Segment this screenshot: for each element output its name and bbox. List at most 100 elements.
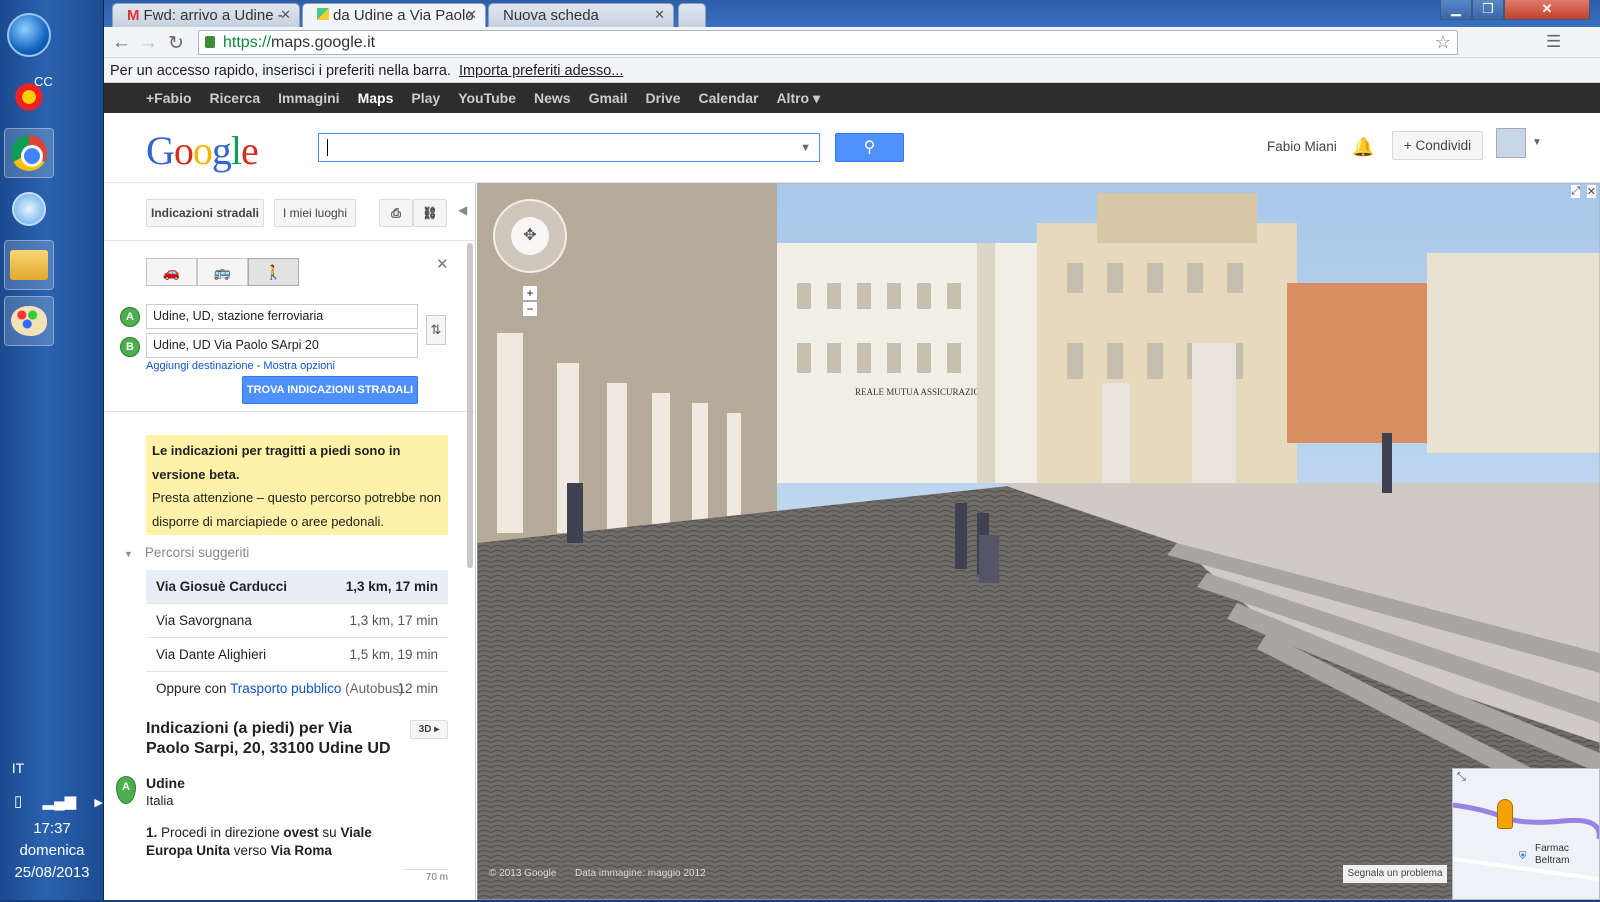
mini-map[interactable]: ⤡ ⛨ Farmac Beltram xyxy=(1452,768,1600,900)
add-destination-link[interactable]: Aggiungi destinazione xyxy=(146,360,254,372)
tab-new[interactable]: Nuova scheda ✕ xyxy=(488,3,674,27)
transit-mode-icon[interactable]: 🚌 xyxy=(197,258,248,286)
tab-strip: M Fwd: arrivo a Udine - ✕ da Udine a Via P… xyxy=(104,0,1600,27)
directions-button[interactable]: Indicazioni stradali xyxy=(146,199,264,227)
report-problem-link[interactable]: Segnala un problema xyxy=(1343,865,1447,883)
gbar-ricerca[interactable]: Ricerca xyxy=(210,90,261,106)
user-name[interactable]: Fabio Miani xyxy=(1267,139,1337,154)
route-option[interactable]: Via Giosuè Carducci 1,3 km, 17 min xyxy=(146,570,448,604)
gbar-gmail[interactable]: Gmail xyxy=(589,90,628,106)
import-bookmarks-link[interactable]: Importa preferiti adesso... xyxy=(459,63,623,79)
reload-icon[interactable]: ↻ xyxy=(168,32,184,55)
gbar-fabio[interactable]: +Fabio xyxy=(146,90,192,106)
transit-link[interactable]: Trasporto pubblico xyxy=(230,681,341,696)
chrome-window: M Fwd: arrivo a Udine - ✕ da Udine a Via P… xyxy=(104,0,1600,900)
gbar-altro[interactable]: Altro ▾ xyxy=(776,90,820,107)
language-indicator[interactable]: IT xyxy=(0,760,70,776)
menu-icon[interactable]: ☰ xyxy=(1546,32,1561,52)
collapse-panel-icon[interactable]: ◀ xyxy=(458,203,467,217)
bookmark-star-icon[interactable]: ☆ xyxy=(1435,32,1451,53)
gbar-calendar[interactable]: Calendar xyxy=(699,90,759,106)
taskbar-paint-button[interactable] xyxy=(4,296,54,346)
taskbar-chrome-button[interactable] xyxy=(4,128,54,178)
address-bar[interactable]: https://maps.google.it ☆ xyxy=(198,30,1458,55)
zoom-out-button[interactable]: − xyxy=(522,301,538,317)
tab-label: da Udine a Via Paolo xyxy=(333,7,474,24)
gbar-youtube[interactable]: YouTube xyxy=(458,90,516,106)
gbar-drive[interactable]: Drive xyxy=(645,90,680,106)
transit-option: Oppure con Trasporto pubblico (Autobus) … xyxy=(146,672,448,706)
marker-b-icon: B xyxy=(120,337,140,357)
maps-search-input[interactable]: ▼ xyxy=(318,133,820,162)
network-signal-icon[interactable]: ▂▄▆ xyxy=(42,793,76,810)
swap-icon[interactable]: ⇅ xyxy=(426,315,446,345)
expand-icon[interactable]: ⤢ xyxy=(1571,185,1580,198)
start-button[interactable] xyxy=(4,10,54,60)
clock-time[interactable]: 17:37 xyxy=(0,820,104,837)
car-mode-icon[interactable]: 🚗 xyxy=(146,258,197,286)
tray-icons[interactable]: ▯ ▂▄▆ ▶ xyxy=(14,792,103,810)
close-icon[interactable]: ✕ xyxy=(1586,185,1596,198)
taskbar-explorer-button[interactable] xyxy=(4,240,54,290)
avatar[interactable] xyxy=(1496,128,1526,158)
street-view-image[interactable]: REALE MUTUA ASSICURAZIONI © 2013 Google xyxy=(477,183,1600,900)
origin-field[interactable]: Udine, UD, stazione ferroviaria xyxy=(146,304,418,329)
suggested-routes-header[interactable]: ▼ Percorsi suggeriti xyxy=(124,545,249,560)
new-tab-button[interactable] xyxy=(678,3,706,27)
chevron-down-icon[interactable]: ▼ xyxy=(800,142,811,154)
tab-label: Fwd: arrivo a Udine - xyxy=(143,7,283,24)
my-places-button[interactable]: I miei luoghi xyxy=(274,199,356,227)
walking-mode-icon[interactable]: 🚶 xyxy=(248,258,299,286)
divider xyxy=(104,240,475,241)
3d-button[interactable]: 3D ▸ xyxy=(410,720,448,739)
tab-label: Nuova scheda xyxy=(503,7,599,24)
forward-arrow-icon[interactable]: → xyxy=(139,32,158,54)
show-options-link[interactable]: Mostra opzioni xyxy=(263,360,335,372)
pan-control[interactable]: ✥ xyxy=(493,199,567,273)
taskbar-cc-button[interactable]: CC xyxy=(4,72,54,122)
compass-arrows-icon[interactable]: ✥ xyxy=(511,217,549,255)
step-1[interactable]: 1. Procedi in direzione ovest su Viale E… xyxy=(146,824,396,860)
step-distance: 70 m xyxy=(404,869,448,883)
warning-title: Le indicazioni per tragitti a piedi sono… xyxy=(152,443,401,482)
search-icon: ⚲ xyxy=(863,139,876,156)
restore-button[interactable]: ❐ xyxy=(1472,0,1504,20)
gbar-play[interactable]: Play xyxy=(411,90,440,106)
step-number: 1. xyxy=(146,825,158,840)
gbar-immagini[interactable]: Immagini xyxy=(278,90,339,106)
back-arrow-icon[interactable]: ← xyxy=(112,32,131,54)
bell-icon[interactable]: 🔔 xyxy=(1352,137,1374,158)
close-tab-icon[interactable]: ✕ xyxy=(280,7,291,23)
link-icon[interactable]: ⛓ xyxy=(413,199,447,227)
windows-orb-icon xyxy=(7,13,51,57)
panel-scrollbar[interactable] xyxy=(467,243,473,568)
taskbar-safari-button[interactable] xyxy=(4,184,54,234)
tab-gmail[interactable]: M Fwd: arrivo a Udine - ✕ xyxy=(112,3,300,27)
chevron-down-icon[interactable]: ▼ xyxy=(1532,137,1542,148)
street-view-panorama[interactable]: REALE MUTUA ASSICURAZIONI © 2013 Google xyxy=(477,183,1600,900)
gbar-maps[interactable]: Maps xyxy=(358,90,394,106)
start-country: Italia xyxy=(146,793,174,808)
route-option[interactable]: Via Savorgnana 1,3 km, 17 min xyxy=(146,604,448,638)
tab-maps[interactable]: da Udine a Via Paolo ✕ xyxy=(302,3,486,27)
close-tab-icon[interactable]: ✕ xyxy=(654,7,665,23)
print-icon[interactable]: ⎙ xyxy=(379,199,413,227)
close-tab-icon[interactable]: ✕ xyxy=(466,7,477,23)
tray-expand-icon[interactable]: ▶ xyxy=(94,797,102,809)
battery-icon[interactable]: ▯ xyxy=(14,793,22,810)
minimize-button[interactable]: ▁ xyxy=(1440,0,1472,20)
destination-field[interactable]: Udine, UD Via Paolo SArpi 20 xyxy=(146,333,418,358)
expand-map-icon[interactable]: ⤡ xyxy=(1457,771,1466,784)
route-option[interactable]: Via Dante Alighieri 1,5 km, 19 min xyxy=(146,638,448,672)
find-directions-button[interactable]: TROVA INDICAZIONI STRADALI xyxy=(242,376,418,404)
zoom-in-button[interactable]: + xyxy=(522,285,538,301)
share-button[interactable]: + Condividi xyxy=(1392,131,1483,160)
search-button[interactable]: ⚲ xyxy=(835,133,904,162)
google-logo[interactable]: Google xyxy=(146,127,259,174)
close-window-button[interactable]: ✕ xyxy=(1504,0,1590,20)
gbar-news[interactable]: News xyxy=(534,90,571,106)
close-icon[interactable]: ✕ xyxy=(436,255,449,273)
pharmacy-icon: ⛨ xyxy=(1519,851,1527,862)
start-city: Udine xyxy=(146,775,185,791)
pegman-icon[interactable] xyxy=(1497,799,1513,829)
